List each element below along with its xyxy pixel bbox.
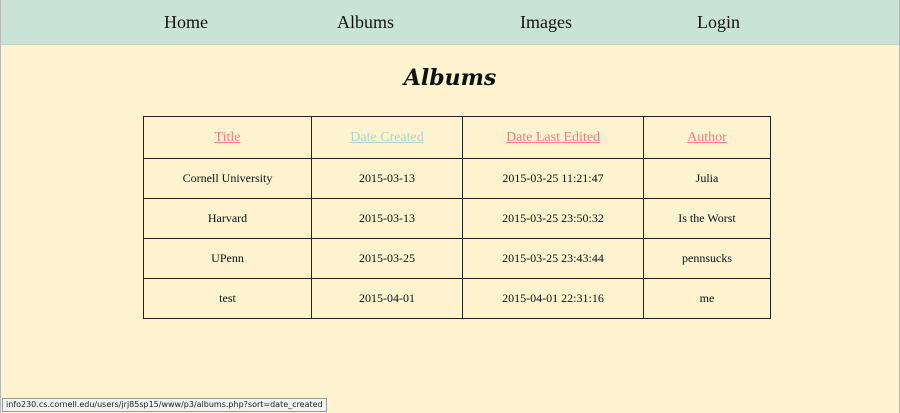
cell-date-last-edited: 2015-03-25 23:50:32 <box>462 198 644 239</box>
navbar: Home Albums Images Login <box>1 0 899 45</box>
page-title: Albums <box>403 65 497 91</box>
cell-author: Is the Worst <box>643 198 771 239</box>
cell-title: Cornell University <box>143 158 312 199</box>
nav-home-link[interactable]: Home <box>164 11 208 33</box>
sort-by-title-link[interactable]: Title <box>215 130 241 145</box>
cell-date-created: 2015-03-13 <box>311 198 463 239</box>
sort-by-date-created-link[interactable]: Date Created <box>350 130 423 145</box>
cell-date-created: 2015-03-25 <box>311 238 463 279</box>
cell-date-created: 2015-03-13 <box>311 158 463 199</box>
cell-author: me <box>643 278 771 319</box>
cell-date-last-edited: 2015-03-25 11:21:47 <box>462 158 644 199</box>
header-date-created: Date Created <box>311 116 463 159</box>
cell-date-last-edited: 2015-03-25 23:43:44 <box>462 238 644 279</box>
table-row: Cornell University 2015-03-13 2015-03-25… <box>143 158 771 199</box>
sort-by-date-last-edited-link[interactable]: Date Last Edited <box>506 130 600 145</box>
albums-table: Title Date Created Date Last Edited Auth… <box>143 116 771 319</box>
cell-date-created: 2015-04-01 <box>311 278 463 319</box>
table-row: UPenn 2015-03-25 2015-03-25 23:43:44 pen… <box>143 238 771 279</box>
nav-login-link[interactable]: Login <box>697 11 740 33</box>
page: Home Albums Images Login Albums Title Da… <box>0 0 900 413</box>
table-row: test 2015-04-01 2015-04-01 22:31:16 me <box>143 278 771 319</box>
cell-title: UPenn <box>143 238 312 279</box>
nav-images-link[interactable]: Images <box>520 11 572 33</box>
sort-by-author-link[interactable]: Author <box>687 130 727 145</box>
nav-albums-link[interactable]: Albums <box>337 11 394 33</box>
cell-author: Julia <box>643 158 771 199</box>
cell-date-last-edited: 2015-04-01 22:31:16 <box>462 278 644 319</box>
header-date-last-edited: Date Last Edited <box>462 116 644 159</box>
status-bar-url: info230.cs.cornell.edu/users/jrj85sp15/w… <box>2 398 327 412</box>
cell-author: pennsucks <box>643 238 771 279</box>
table-row: Harvard 2015-03-13 2015-03-25 23:50:32 I… <box>143 198 771 239</box>
header-title: Title <box>143 116 312 159</box>
header-author: Author <box>643 116 771 159</box>
cell-title: test <box>143 278 312 319</box>
cell-title: Harvard <box>143 198 312 239</box>
table-header-row: Title Date Created Date Last Edited Auth… <box>143 116 771 159</box>
